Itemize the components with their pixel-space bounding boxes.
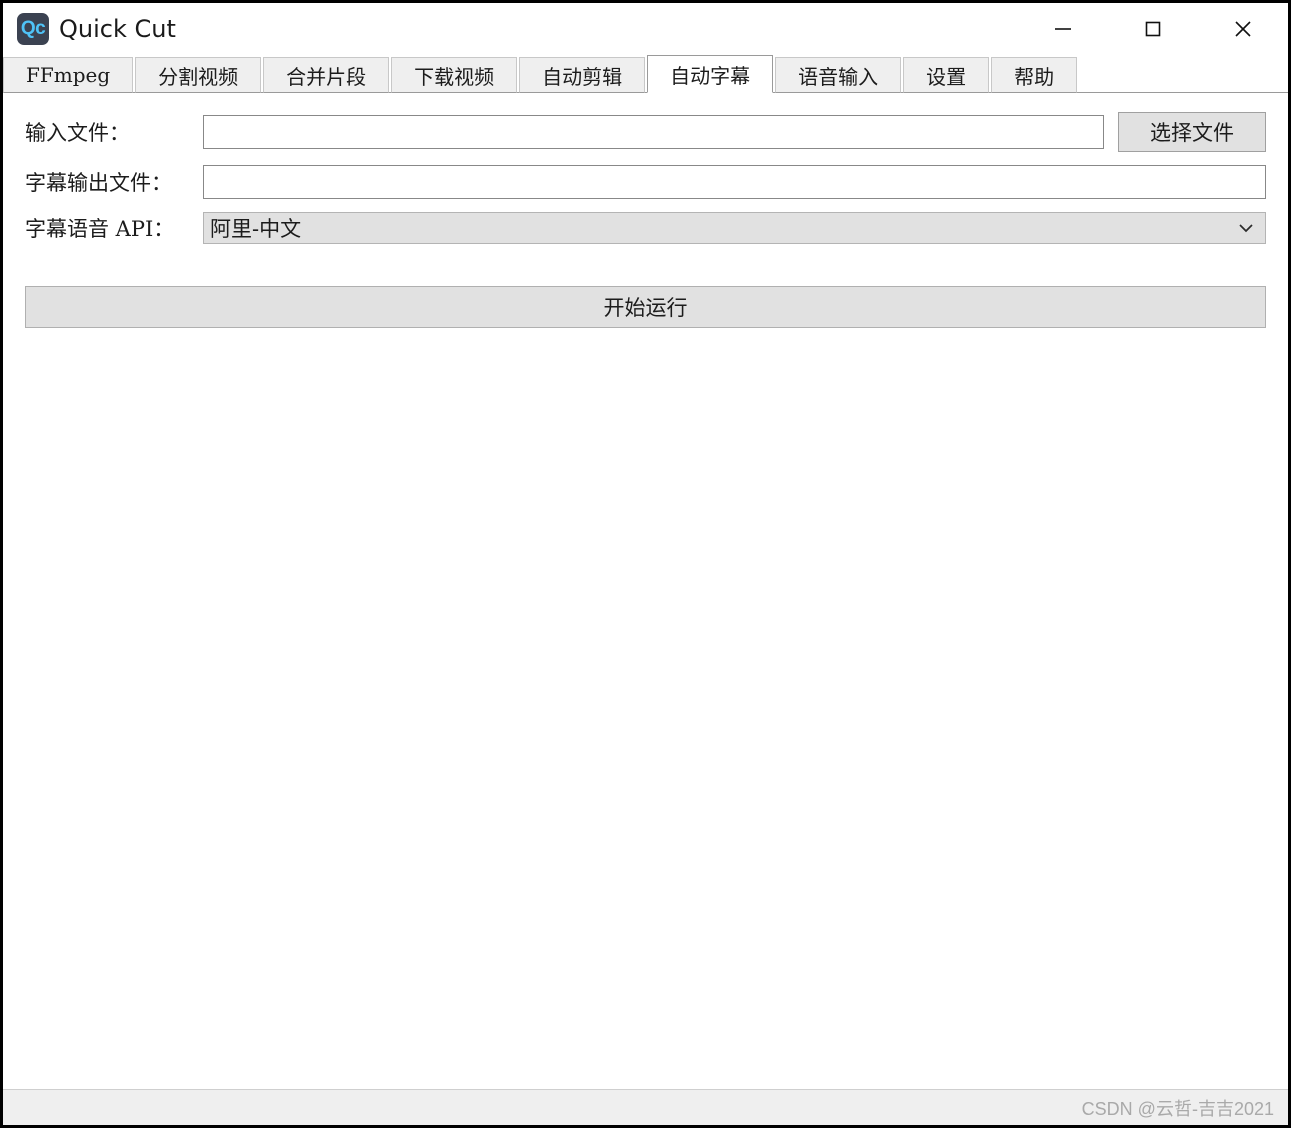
run-button[interactable]: 开始运行 xyxy=(25,286,1266,328)
browse-file-button[interactable]: 选择文件 xyxy=(1118,112,1266,152)
output-file-label: 字幕输出文件： xyxy=(25,171,172,195)
input-file-field[interactable] xyxy=(203,115,1104,149)
tab-content-auto-subtitle: 输入文件： 选择文件 字幕输出文件： 字幕语音 API： 阿里-中文 开始运行 xyxy=(3,93,1288,1089)
status-bar: CSDN @云哲-吉吉2021 xyxy=(3,1089,1288,1125)
api-select-value: 阿里-中文 xyxy=(210,217,302,241)
tab-settings[interactable]: 设置 xyxy=(903,57,990,93)
tab-split-video[interactable]: 分割视频 xyxy=(135,57,262,93)
window-controls xyxy=(1018,3,1288,55)
output-file-row: 字幕输出文件： xyxy=(3,165,1288,199)
tab-help[interactable]: 帮助 xyxy=(991,57,1078,93)
tab-auto-subtitle[interactable]: 自动字幕 xyxy=(647,55,774,93)
chevron-down-icon xyxy=(1235,217,1257,239)
tab-bar: FFmpeg 分割视频 合并片段 下载视频 自动剪辑 自动字幕 语音输入 设置 … xyxy=(3,55,1288,93)
api-row: 字幕语音 API： 阿里-中文 xyxy=(3,212,1288,244)
close-icon[interactable] xyxy=(1198,3,1288,55)
window-title: Quick Cut xyxy=(59,15,176,43)
tab-auto-edit[interactable]: 自动剪辑 xyxy=(519,57,646,93)
maximize-icon[interactable] xyxy=(1108,3,1198,55)
api-select[interactable]: 阿里-中文 xyxy=(203,212,1266,244)
title-bar: Qc Quick Cut xyxy=(3,3,1288,55)
tab-download-video[interactable]: 下载视频 xyxy=(391,57,518,93)
tab-merge-clips[interactable]: 合并片段 xyxy=(263,57,390,93)
tab-voice-input[interactable]: 语音输入 xyxy=(775,57,902,93)
watermark-label: CSDN @云哲-吉吉2021 xyxy=(1081,1098,1274,1119)
input-file-row: 输入文件： 选择文件 xyxy=(3,112,1288,152)
app-logo-icon: Qc xyxy=(17,13,49,45)
app-window: Qc Quick Cut FFmpeg 分割视频 合并片段 下载视频 自动剪辑 … xyxy=(0,0,1291,1128)
output-file-field[interactable] xyxy=(203,165,1266,199)
tab-ffmpeg[interactable]: FFmpeg xyxy=(3,57,134,93)
run-button-wrap: 开始运行 xyxy=(3,286,1288,328)
api-label: 字幕语音 API： xyxy=(25,217,175,241)
input-file-label: 输入文件： xyxy=(25,121,130,145)
minimize-icon[interactable] xyxy=(1018,3,1108,55)
